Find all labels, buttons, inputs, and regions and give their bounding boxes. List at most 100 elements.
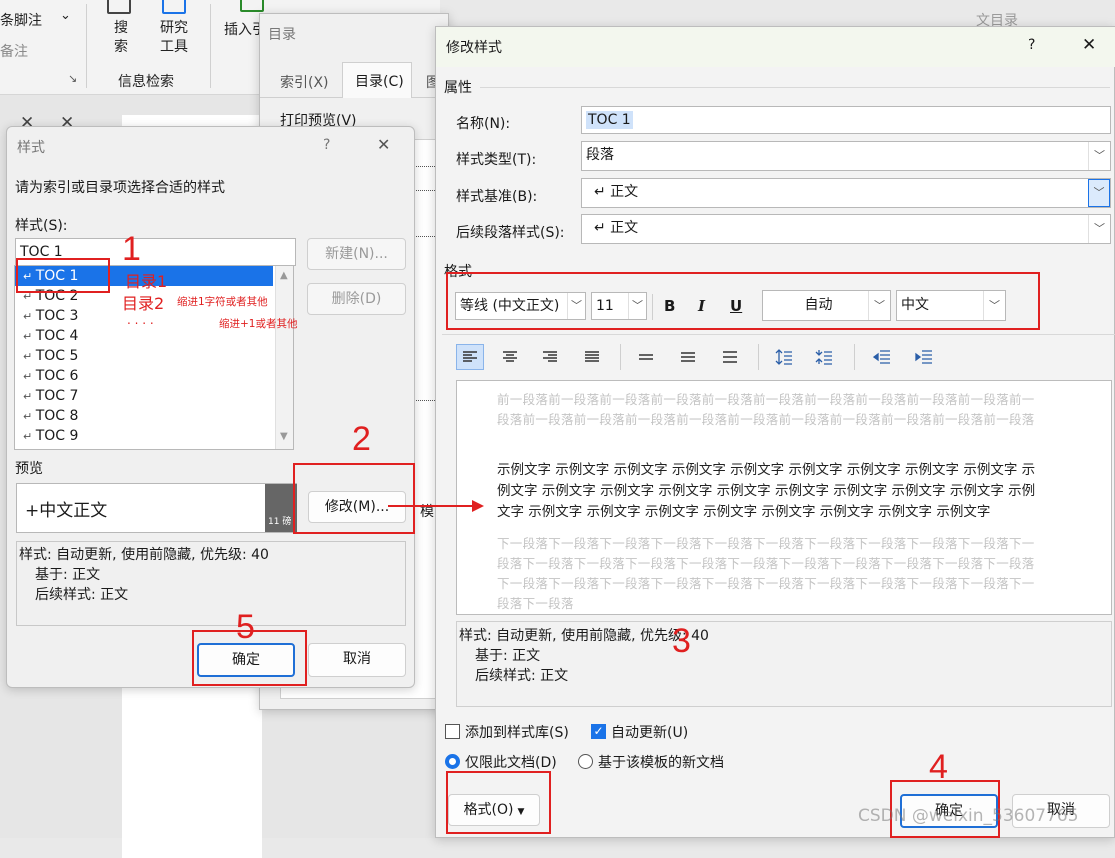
research-tools-button[interactable]: 研究 工具 [160,19,188,57]
annotation-note-a: 缩进1字符或者其他 [177,296,268,308]
properties-heading: 属性 [444,80,472,96]
ribbon-right: 文目录 [976,0,1115,29]
align-left-button[interactable] [456,344,484,370]
align-center-button[interactable] [496,344,524,370]
search-icon [107,0,131,14]
only-this-doc-radio[interactable] [445,754,460,769]
decrease-indent-button[interactable] [868,344,896,370]
next-paragraph-text: 下一段落下一段落下一段落下一段落下一段落下一段落下一段落下一段落下一段落下一段落… [497,536,1035,611]
tab-toc[interactable]: 目录(C) [342,62,412,98]
styles-label: 样式(S): [15,218,68,234]
annotation-number-3: 3 [672,622,691,660]
style-list-item[interactable]: ↵ TOC 8 [15,406,293,426]
style-list-item[interactable]: ↵ TOC 5 [15,346,293,366]
next-para-select[interactable]: ↵ 正文 ﹀ [581,214,1111,244]
tab-strip: 索引(X) 目录(C) 图 [260,62,450,98]
style-prompt: 请为索引或目录项选择合适的样式 [15,180,225,196]
double-spacing-button[interactable] [716,344,744,370]
increase-indent-icon [915,350,932,364]
preview-label: 预览 [15,461,43,477]
align-right-button[interactable] [536,344,564,370]
previous-paragraph-text: 前一段落前一段落前一段落前一段落前一段落前一段落前一段落前一段落前一段落前一段落… [497,392,1035,427]
modify-dialog-title: 修改样式 [446,40,502,56]
scroll-up-icon[interactable]: ▲ [280,270,288,281]
template-docs-label: 基于该模板的新文档 [598,755,724,771]
modify-titlebar: 修改样式 ? ✕ [436,27,1115,67]
new-style-button[interactable]: 新建(N)... [307,238,406,270]
scrollbar[interactable]: ▲ ▼ [275,266,293,449]
annotation-note-b: 缩进+1或者其他 [219,318,298,330]
preview-text: +中文正文 [25,501,108,521]
style-list-item[interactable]: ↵ TOC 9 [15,426,293,446]
one-half-spacing-button[interactable] [674,344,702,370]
style-type-label: 样式类型(T): [456,152,537,168]
style-type-select[interactable]: 段落 ﹀ [581,141,1111,171]
align-right-icon [543,351,557,362]
paragraph-mark-icon: ↵ [23,370,36,383]
annotation-toc2: 目录2 [122,294,165,313]
only-this-doc-label: 仅限此文档(D) [465,755,557,771]
increase-indent-button[interactable] [910,344,938,370]
annotation-dots: . . . . [127,313,154,327]
one-half-spacing-icon [681,352,695,362]
tab-index[interactable]: 索引(X) [280,72,329,92]
paragraph-mark-icon: ↵ [23,410,36,423]
footnote-group-label[interactable]: 条脚注 [0,10,42,30]
style-preview-box: +中文正文 11 磅 [16,483,297,533]
chevron-down-icon: ﹀ [1088,142,1110,170]
space-after-icon [815,350,832,365]
paragraph-mark-icon: ↵ [23,310,36,323]
close-icon[interactable]: ✕ [377,135,390,154]
style-list-item[interactable]: ↵ TOC 6 [15,366,293,386]
annotation-box-format-btn [446,771,551,834]
style-list-item[interactable]: ↵ TOC 7 [15,386,293,406]
justify-button[interactable] [578,344,606,370]
space-before-icon [775,349,792,365]
search-button[interactable]: 搜 索 [114,19,128,57]
modify-description: 样式: 自动更新, 使用前隐藏, 优先级: 40 基于: 正文 后续样式: 正文 [456,621,1112,707]
scroll-down-icon[interactable]: ▼ [280,431,288,442]
next-para-label: 后续段落样式(S): [456,225,565,241]
add-to-gallery-checkbox[interactable] [445,724,460,739]
annotation-toc1: 目录1 [125,272,168,291]
based-on-label: 样式基准(B): [456,189,538,205]
align-center-icon [503,351,517,362]
cancel-button[interactable]: 取消 [308,643,406,677]
paragraph-mark-icon: ↵ [23,430,36,443]
decrease-indent-icon [873,350,890,364]
dialog-launcher-icon[interactable]: ↘ [68,72,77,85]
name-label: 名称(N): [456,116,511,132]
annotation-box-1 [16,258,110,293]
annotation-box-5 [192,630,307,686]
close-icon[interactable]: ✕ [1082,35,1096,55]
info-search-group-label: 信息检索 [118,74,174,90]
help-icon[interactable]: ? [323,137,330,153]
space-before-button[interactable] [770,344,798,370]
help-icon[interactable]: ? [1028,37,1035,53]
based-on-select[interactable]: ↵ 正文 ﹀ [581,178,1111,208]
add-to-gallery-label: 添加到样式库(S) [465,725,569,741]
justify-icon [585,351,599,362]
toc-dialog-title: 目录 [268,27,296,43]
paragraph-mark-icon: ↵ [23,390,36,403]
chevron-down-icon: ﹀ [1088,179,1110,207]
preview-size: 11 磅 [268,517,292,527]
notes-label: 备注 [0,44,28,60]
double-spacing-icon [723,351,737,363]
chevron-down-icon[interactable]: ⌄ [60,8,71,23]
align-left-icon [463,351,477,362]
annotation-number-1: 1 [122,230,141,268]
auto-update-checkbox[interactable]: ✓ [591,724,606,739]
space-after-button[interactable] [810,344,838,370]
insert-citation-icon [240,0,264,12]
research-tools-icon [162,0,186,14]
paragraph-mark-icon: ↵ [23,330,36,343]
name-input[interactable]: TOC 1 [581,106,1111,134]
single-spacing-icon [639,354,653,360]
name-value: TOC 1 [586,111,633,129]
single-spacing-button[interactable] [632,344,660,370]
template-docs-radio[interactable] [578,754,593,769]
delete-style-button[interactable]: 删除(D) [307,283,406,315]
auto-update-label: 自动更新(U) [611,725,689,741]
annotation-arrow [388,500,484,512]
